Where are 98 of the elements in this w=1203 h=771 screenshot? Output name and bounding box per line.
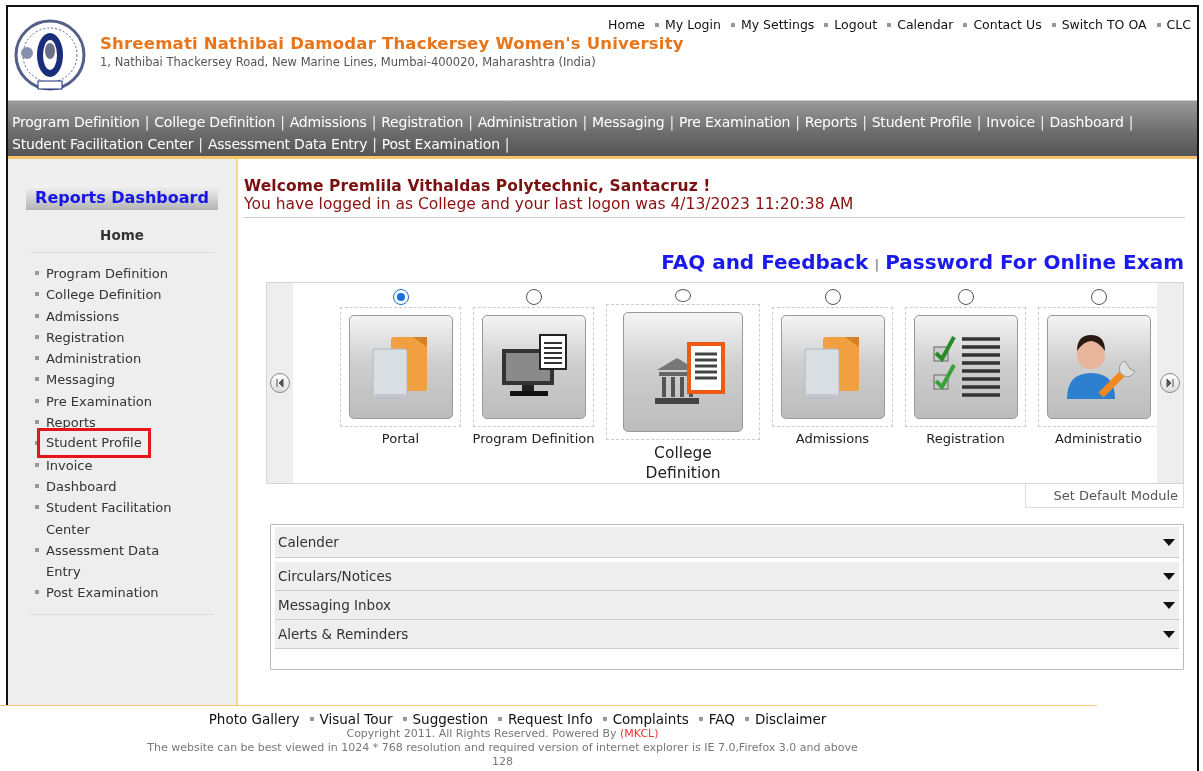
sidebar-link[interactable]: Program Definition: [46, 263, 168, 285]
module-label[interactable]: Program Definition: [472, 430, 595, 447]
module-label[interactable]: Administratio: [1055, 430, 1142, 447]
top-link[interactable]: My Login: [665, 17, 721, 32]
nav-separator: |: [669, 114, 675, 130]
sidebar-link[interactable]: Student Facilitation Center: [46, 497, 196, 540]
quick-link[interactable]: FAQ and Feedback: [661, 250, 869, 274]
module-label[interactable]: Admissions: [795, 430, 870, 447]
nav-menu-item[interactable]: Program Definition: [12, 114, 140, 130]
previous-icon: [276, 379, 284, 387]
nav-separator: |: [504, 136, 510, 152]
radio-button[interactable]: [675, 289, 691, 302]
sidebar-link[interactable]: Messaging: [46, 369, 116, 391]
nav-menu-item[interactable]: Admissions: [289, 114, 367, 130]
nav-menu-item[interactable]: Student Facilitation Center: [12, 136, 194, 152]
top-link[interactable]: Calendar: [897, 17, 954, 32]
nav-menu-item[interactable]: Registration: [381, 114, 464, 130]
top-link[interactable]: My Settings: [740, 17, 815, 32]
module-tile[interactable]: [623, 312, 743, 432]
footer-link[interactable]: Disclaimer: [754, 711, 827, 727]
module-tile[interactable]: [913, 315, 1018, 419]
footer-link[interactable]: Visual Tour: [319, 711, 393, 727]
sidebar-link[interactable]: Student Profile: [37, 428, 151, 459]
copyright-text: Copyright 2011. All Rights Reserved. Powered By (MKCL): [345, 727, 660, 741]
dropdown-triangle-icon: [1163, 572, 1175, 580]
sidebar-link[interactable]: Administration: [46, 348, 142, 370]
nav-separator: |: [976, 114, 982, 130]
module-label[interactable]: Portal: [381, 430, 420, 447]
nav-separator: |: [1039, 114, 1045, 130]
nav-menu-item[interactable]: Post Examination: [381, 136, 500, 152]
module-tile[interactable]: [1046, 315, 1151, 419]
footer-link[interactable]: Request Info: [508, 711, 593, 727]
link-separator: |: [874, 257, 880, 272]
sidebar-link[interactable]: Pre Examination: [46, 390, 153, 413]
nav-menu-item[interactable]: College Definition: [154, 114, 276, 130]
module-label[interactable]: College Definition: [638, 443, 728, 483]
nav-separator: |: [280, 114, 285, 130]
panel-header[interactable]: Alerts & Reminders: [275, 620, 1179, 649]
nav-menu-item[interactable]: Messaging: [591, 114, 665, 130]
browser-note: The website can be best viewed in 1024 * 768 resolution and required version of internet explorer is IE 7.0,Firefox 3.0 and above: [146, 741, 859, 755]
top-link[interactable]: Logout: [834, 17, 878, 32]
radio-button[interactable]: [957, 289, 974, 305]
footer-link[interactable]: Complaints: [612, 711, 689, 727]
sidebar-link[interactable]: College Definition: [46, 284, 162, 306]
sidebar-link[interactable]: Registration: [46, 326, 125, 349]
radio-button[interactable]: [392, 289, 409, 305]
radio-button[interactable]: [824, 289, 841, 305]
nav-separator: |: [372, 136, 377, 152]
top-link[interactable]: Contact Us: [973, 17, 1042, 32]
dropdown-triangle-icon: [1163, 630, 1175, 638]
nav-menu-item[interactable]: Reports: [804, 114, 858, 130]
nav-separator: |: [862, 114, 867, 130]
radio-button[interactable]: [1090, 289, 1107, 305]
top-link[interactable]: CLC: [1166, 17, 1191, 32]
footer-link[interactable]: FAQ: [708, 711, 735, 727]
next-icon: [1166, 379, 1174, 387]
panel-header[interactable]: Circulars/Notices: [275, 562, 1179, 591]
set-default-module-button[interactable]: Set Default Module: [1024, 484, 1184, 508]
footer-link[interactable]: Photo Gallery: [208, 711, 300, 727]
dropdown-triangle-icon: [1163, 601, 1175, 609]
quick-link[interactable]: Password For Online Exam: [885, 250, 1184, 274]
nav-separator: |: [371, 114, 377, 130]
reports-dashboard-button[interactable]: Reports Dashboard: [26, 185, 218, 210]
nav-separator: |: [1128, 114, 1134, 130]
footer-link[interactable]: Suggestion: [412, 711, 488, 727]
sidebar-link[interactable]: Admissions: [46, 305, 120, 327]
university-address: 1, Nathibai Thackersey Road, New Marine Lines, Mumbai-400020, Maharashtra (India): [100, 55, 596, 69]
university-title: Shreemati Nathibai Damodar Thackersey Women's University: [100, 34, 684, 53]
nav-menu-item[interactable]: Pre Examination: [679, 114, 791, 130]
nav-menu-item[interactable]: Administration: [477, 114, 578, 130]
sidebar-link[interactable]: Dashboard: [46, 475, 117, 498]
visitor-counter: 128: [491, 755, 514, 769]
panel-header[interactable]: Messaging Inbox: [275, 591, 1179, 620]
module-label[interactable]: Registration: [926, 430, 1005, 447]
sidebar-link[interactable]: Assessment Data Entry: [46, 539, 196, 583]
panel-header[interactable]: Calender: [275, 527, 1179, 558]
next-arrow-button[interactable]: [1160, 373, 1180, 393]
nav-separator: |: [795, 114, 800, 130]
top-link[interactable]: Switch TO OA: [1061, 17, 1147, 32]
module-tile[interactable]: [348, 315, 453, 419]
module-tile[interactable]: [481, 315, 586, 419]
welcome-heading: Welcome Premlila Vithaldas Polytechnic, Santacruz !: [244, 177, 712, 195]
sidebar-link[interactable]: Post Examination: [46, 582, 159, 604]
module-tile[interactable]: [780, 315, 885, 419]
previous-arrow-button[interactable]: [270, 373, 290, 393]
nav-separator: |: [468, 114, 473, 130]
nav-menu-item[interactable]: Invoice: [986, 114, 1035, 130]
login-message: You have logged in as College and your last logon was 4/13/2023 11:20:38 AM: [244, 195, 855, 213]
nav-separator: |: [582, 114, 587, 130]
nav-separator: |: [198, 136, 203, 152]
top-link[interactable]: Home: [608, 17, 645, 32]
nav-menu-item[interactable]: Assessment Data Entry: [207, 136, 368, 152]
home-link[interactable]: Home: [30, 227, 214, 253]
nav-menu-item[interactable]: Dashboard: [1049, 114, 1124, 130]
radio-button[interactable]: [525, 289, 542, 305]
nav-separator: |: [144, 114, 150, 130]
dropdown-triangle-icon: [1163, 538, 1175, 546]
nav-menu-item[interactable]: Student Profile: [871, 114, 972, 130]
